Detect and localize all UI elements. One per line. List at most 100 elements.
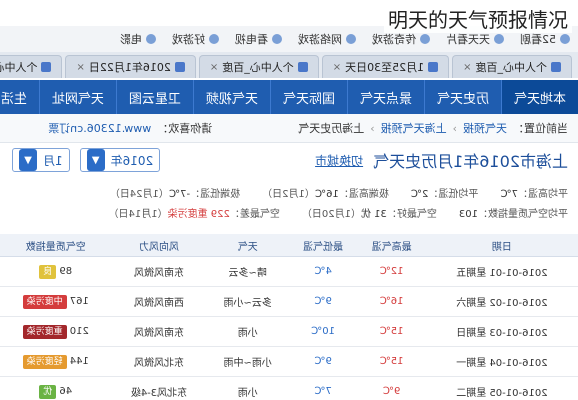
high-temp-cell: 15℃ (357, 316, 426, 347)
summary-item: 极端低温：-7℃（1月24日） (110, 185, 240, 200)
aqi-badge: 中度污染 (22, 294, 67, 309)
year-select[interactable]: 2016年 ▼ (79, 148, 161, 172)
bookmark-icon (494, 34, 504, 44)
nav-item[interactable]: 天气网址 (38, 80, 116, 114)
summary-row: 平均高温：7℃ 平均低温：2℃ 极端高温：16℃（1月2日） 极端低温：-7℃（1月2… (0, 182, 568, 202)
bookmark-item[interactable]: 网络游戏 (298, 31, 356, 47)
close-icon[interactable]: × (333, 62, 341, 73)
aqi-cell: 167 中度污染 (0, 286, 112, 317)
month-select[interactable]: 1月 ▼ (12, 148, 70, 172)
aqi-badge: 优 (39, 384, 57, 399)
nav-item[interactable]: 生活 (0, 80, 39, 114)
high-temp-cell: 15℃ (357, 346, 426, 377)
breadcrumb-item[interactable]: 天气预报 (463, 120, 507, 136)
page-icon (428, 62, 439, 72)
summary-key: 平均空气质量指数： (478, 208, 568, 220)
summary-value: 31 优 (361, 208, 387, 220)
tab-label: 1月25至30日天 (345, 61, 425, 74)
bookmark-item[interactable]: 传奇游戏 (372, 31, 430, 47)
breadcrumb-item[interactable]: 上海天气预报 (381, 120, 447, 136)
summary-value: -7℃ (168, 188, 191, 200)
year-select-value: 2016年 (110, 153, 154, 168)
summary-value: 103 (458, 208, 478, 220)
page-header: 上海市2016年1月历史天气 切换城市 2016年 ▼ 1月 ▼ (0, 142, 578, 178)
low-temp-cell: 10℃ (288, 316, 358, 347)
aqi-cell: 144 轻度污染 (0, 346, 112, 377)
low-temp-cell: 9℃ (288, 286, 358, 317)
page-icon (297, 62, 308, 72)
date-cell: 2016-01-04 星期一 (425, 346, 578, 377)
bookmark-icon (346, 34, 356, 44)
mirrored-browser-view: 52看剧 天天看片 传奇游戏 网络游戏 看电视 好游戏 电影 个人中心_百度 × 1月25至30… (0, 0, 578, 400)
tab-label: 个人中心_百度 (222, 61, 294, 74)
high-temp-cell: 16℃ (357, 286, 426, 317)
summary-key: 空气最好： (386, 208, 437, 220)
table-row: 2016-01-03 星期日 15℃ 10℃ 小雨 东南风微风 210 重度污染 (0, 316, 578, 347)
promo-link[interactable]: www.12306.cn订票 (48, 120, 151, 136)
browser-tab[interactable]: 个人中心_百度× (452, 55, 572, 78)
aqi-cell: 210 重度污染 (0, 316, 112, 347)
nav-item[interactable]: 天气视频 (192, 80, 270, 114)
weather-cell: 小雨 (206, 316, 289, 347)
summary-key: 平均低温： (428, 188, 479, 200)
bookmark-label: 天天看片 (446, 33, 490, 46)
browser-tab[interactable]: 个人中心_百度× (0, 55, 63, 78)
bookmark-item[interactable]: 好游戏 (172, 31, 219, 47)
breadcrumb-note: 请你喜欢： (157, 122, 213, 135)
weekday-text: 星期六 (456, 298, 487, 309)
aqi-value: 210 (66, 325, 89, 337)
bookmark-label: 好游戏 (172, 33, 205, 46)
close-icon[interactable]: × (463, 62, 471, 73)
table-row: 2016-01-04 星期一 15℃ 9℃ 小雨~中雨 东北风微风 144 轻度污染 (0, 346, 578, 377)
nav-item[interactable]: 本地天气 (500, 80, 578, 114)
month-select-value: 1月 (43, 153, 63, 168)
summary-note: （1月24日） (109, 188, 169, 200)
page-icon (551, 62, 561, 72)
bookmark-icon (560, 34, 570, 44)
overlay-title: 明天的天气预报情况 (384, 4, 572, 33)
column-header: 风向风力 (111, 234, 207, 257)
close-icon[interactable]: × (76, 62, 84, 73)
browser-tab[interactable]: 2016年1月22日 × (65, 55, 196, 78)
nav-item[interactable]: 卫星云图 (115, 80, 193, 114)
table-row: 2016-01-05 星期二 9℃ 7℃ 小雨 东北风3-4级 46 优 (0, 376, 578, 400)
weather-cell: 小雨 (206, 376, 289, 400)
column-header: 空气质量指数 (0, 234, 112, 257)
bookmark-item[interactable]: 52看剧 (520, 31, 570, 47)
summary-item: 平均低温：2℃ (411, 185, 479, 200)
tab-label: 2016年1月22日 (88, 61, 171, 74)
bookmark-item[interactable]: 天天看片 (446, 31, 504, 47)
weather-cell: 小雨~中雨 (206, 346, 289, 377)
wind-cell: 东南风微风 (111, 256, 207, 287)
switch-city-link[interactable]: 切换城市 (315, 152, 363, 169)
aqi-cell: 46 优 (0, 376, 112, 400)
summary-item: 空气最好：31 优（1月20日） (302, 205, 437, 220)
browser-tab[interactable]: 1月25至30日天 × (321, 55, 450, 78)
nav-item[interactable]: 历史天气 (423, 80, 501, 114)
chevron-down-icon: ▼ (19, 149, 37, 171)
aqi-value: 144 (66, 355, 89, 367)
bookmark-label: 传奇游戏 (372, 33, 416, 46)
breadcrumb: 当前位置： 天气预报 › 上海天气预报 › 上海历史天气 请你喜欢： www.1… (0, 114, 578, 143)
wind-cell: 东南风微风 (111, 316, 207, 347)
aqi-value: 89 (56, 265, 73, 277)
bookmark-label: 52看剧 (520, 33, 556, 46)
summary-item: 平均高温：7℃ (500, 185, 568, 200)
nav-item[interactable]: 景点天气 (346, 80, 424, 114)
low-temp-cell: 9℃ (288, 346, 358, 377)
summary-key: 极端低温： (190, 188, 241, 200)
close-icon[interactable]: × (210, 62, 218, 73)
summary-key: 极端高温： (338, 188, 389, 200)
high-temp-cell: 9℃ (357, 376, 426, 400)
browser-tab[interactable]: 个人中心_百度 × (198, 55, 319, 78)
breadcrumb-separator: › (370, 121, 375, 135)
weather-cell: 晴~多云 (206, 256, 289, 287)
summary-item: 平均空气质量指数：103 (459, 205, 568, 220)
nav-item[interactable]: 国际天气 (269, 80, 347, 114)
bookmark-item[interactable]: 电影 (120, 31, 156, 47)
wind-cell: 西南风微风 (111, 286, 207, 317)
summary-value: 7℃ (500, 188, 518, 200)
table-row: 2016-01-02 星期六 16℃ 9℃ 多云~小雨 西南风微风 167 中度污染 (0, 286, 578, 317)
bookmark-item[interactable]: 看电视 (235, 31, 282, 47)
bookmark-label: 看电视 (235, 33, 268, 46)
